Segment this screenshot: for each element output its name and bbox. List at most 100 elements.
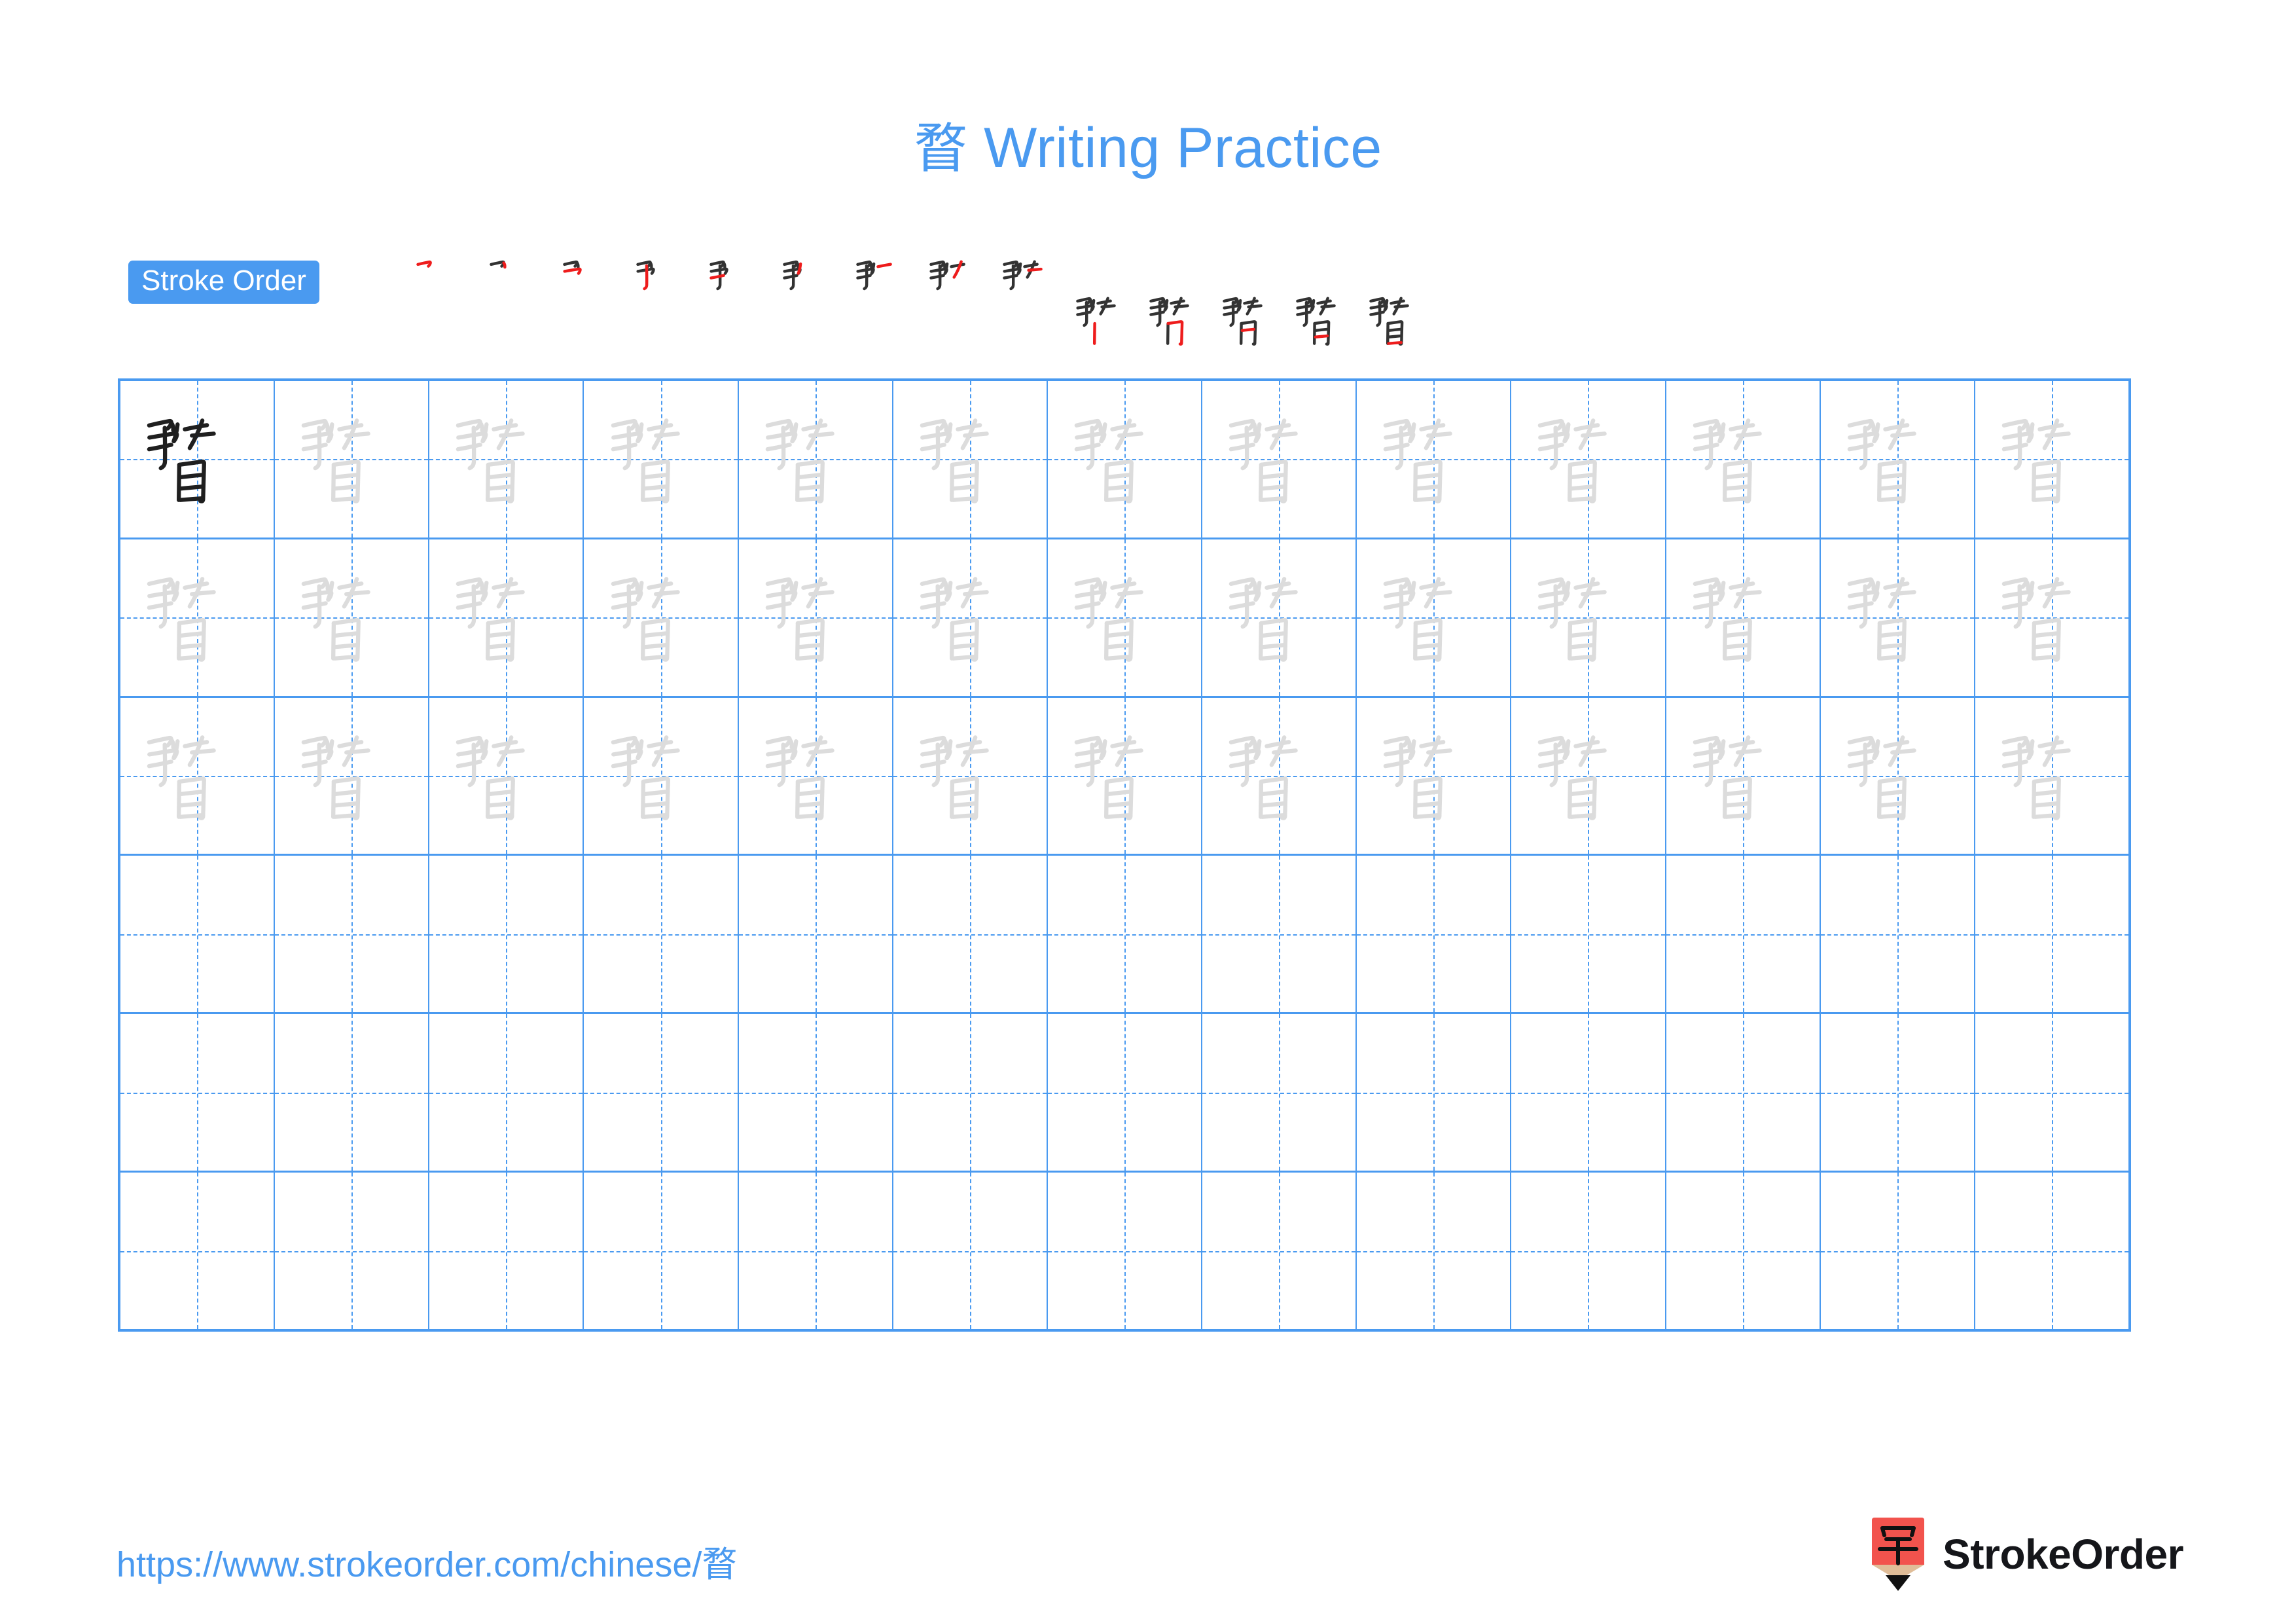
grid-cell-trace[interactable] [1820,381,1975,538]
grid-cell-blank[interactable] [120,1173,276,1329]
grid-cell-trace[interactable] [893,539,1048,696]
grid-cell-blank[interactable] [1666,1173,1821,1329]
grid-cell-blank[interactable] [584,1173,739,1329]
trace-character [739,381,892,538]
grid-cell-blank[interactable] [738,1014,893,1171]
footer-logo[interactable]: StrokeOrder [1868,1518,2183,1591]
trace-character [1975,539,2128,696]
grid-cell-trace[interactable] [275,697,430,854]
grid-cell-blank[interactable] [120,1014,276,1171]
grid-cell-trace[interactable] [1511,381,1666,538]
grid-cell-blank[interactable] [1975,1014,2129,1171]
grid-cell-blank[interactable] [1047,1014,1203,1171]
grid-cell-blank[interactable] [738,856,893,1013]
grid-cell-trace[interactable] [738,539,893,696]
stroke-step-10 [1069,282,1140,359]
grid-cell-blank[interactable] [1202,856,1357,1013]
grid-cell-blank[interactable] [893,1014,1048,1171]
grid-cell-trace[interactable] [1975,697,2129,854]
trace-character [584,381,737,538]
grid-cell-trace[interactable] [1047,697,1203,854]
grid-cell-trace[interactable] [1820,697,1975,854]
trace-character [429,698,583,854]
grid-cell-trace[interactable] [1047,381,1203,538]
grid-cell-blank[interactable] [1820,856,1975,1013]
stroke-step-6 [776,245,847,322]
grid-cell-trace[interactable] [584,381,739,538]
trace-character [120,539,274,696]
grid-cell-blank[interactable] [1047,856,1203,1013]
grid-cell-blank[interactable] [275,1014,430,1171]
grid-cell-blank[interactable] [1666,856,1821,1013]
grid-cell-trace[interactable] [429,381,584,538]
grid-cell-blank[interactable] [1666,1014,1821,1171]
grid-cell-trace[interactable] [1202,539,1357,696]
trace-character [1821,539,1974,696]
grid-cell-model[interactable] [120,381,276,538]
grid-cell-trace[interactable] [1975,381,2129,538]
grid-cell-trace[interactable] [584,539,739,696]
grid-cell-blank[interactable] [275,1173,430,1329]
grid-cell-blank[interactable] [1202,1014,1357,1171]
grid-cell-blank[interactable] [1357,1173,1512,1329]
grid-cell-blank[interactable] [120,856,276,1013]
grid-cell-blank[interactable] [1820,1173,1975,1329]
trace-character [275,698,428,854]
title-suffix: Writing Practice [967,117,1382,179]
grid-cell-trace[interactable] [893,381,1048,538]
grid-cell-blank[interactable] [429,1014,584,1171]
trace-character [1666,539,1820,696]
grid-cell-blank[interactable] [429,1173,584,1329]
grid-cell-trace[interactable] [429,539,584,696]
grid-cell-trace[interactable] [1666,697,1821,854]
trace-character [1511,381,1664,538]
grid-cell-trace[interactable] [584,697,739,854]
grid-cell-blank[interactable] [1975,1173,2129,1329]
grid-cell-trace[interactable] [1975,539,2129,696]
grid-cell-blank[interactable] [1202,1173,1357,1329]
grid-cell-trace[interactable] [1511,539,1666,696]
grid-cell-trace[interactable] [1511,697,1666,854]
grid-cell-blank[interactable] [893,856,1048,1013]
grid-cell-trace[interactable] [1666,539,1821,696]
grid-cell-trace[interactable] [738,697,893,854]
grid-cell-blank[interactable] [1511,856,1666,1013]
grid-cell-trace[interactable] [429,697,584,854]
grid-cell-trace[interactable] [275,539,430,696]
grid-cell-blank[interactable] [893,1173,1048,1329]
trace-character [120,698,274,854]
grid-cell-blank[interactable] [584,856,739,1013]
grid-cell-blank[interactable] [275,856,430,1013]
trace-character [1821,381,1974,538]
trace-character [429,381,583,538]
grid-cell-trace[interactable] [275,381,430,538]
stroke-step-1 [410,245,480,322]
stroke-order-steps [410,245,2111,369]
grid-cell-blank[interactable] [584,1014,739,1171]
grid-cell-trace[interactable] [738,381,893,538]
grid-cell-blank[interactable] [738,1173,893,1329]
pencil-logo-icon [1868,1518,1928,1591]
grid-cell-blank[interactable] [1357,1014,1512,1171]
stroke-step-3 [556,245,627,322]
grid-cell-blank[interactable] [1820,1014,1975,1171]
grid-cell-trace[interactable] [1666,381,1821,538]
grid-cell-trace[interactable] [1357,381,1512,538]
grid-cell-blank[interactable] [1511,1173,1666,1329]
grid-row [120,856,2129,1015]
grid-cell-trace[interactable] [1047,539,1203,696]
grid-cell-blank[interactable] [1047,1173,1203,1329]
grid-cell-trace[interactable] [1202,697,1357,854]
grid-cell-blank[interactable] [1357,856,1512,1013]
grid-cell-blank[interactable] [1511,1014,1666,1171]
grid-cell-blank[interactable] [1975,856,2129,1013]
grid-cell-trace[interactable] [1357,539,1512,696]
grid-cell-blank[interactable] [429,856,584,1013]
grid-cell-trace[interactable] [1820,539,1975,696]
grid-cell-trace[interactable] [120,697,276,854]
grid-cell-trace[interactable] [120,539,276,696]
footer-url-link[interactable]: https://www.strokeorder.com/chinese/瞀 [117,1535,737,1587]
grid-cell-trace[interactable] [1357,697,1512,854]
grid-cell-trace[interactable] [893,697,1048,854]
grid-cell-trace[interactable] [1202,381,1357,538]
